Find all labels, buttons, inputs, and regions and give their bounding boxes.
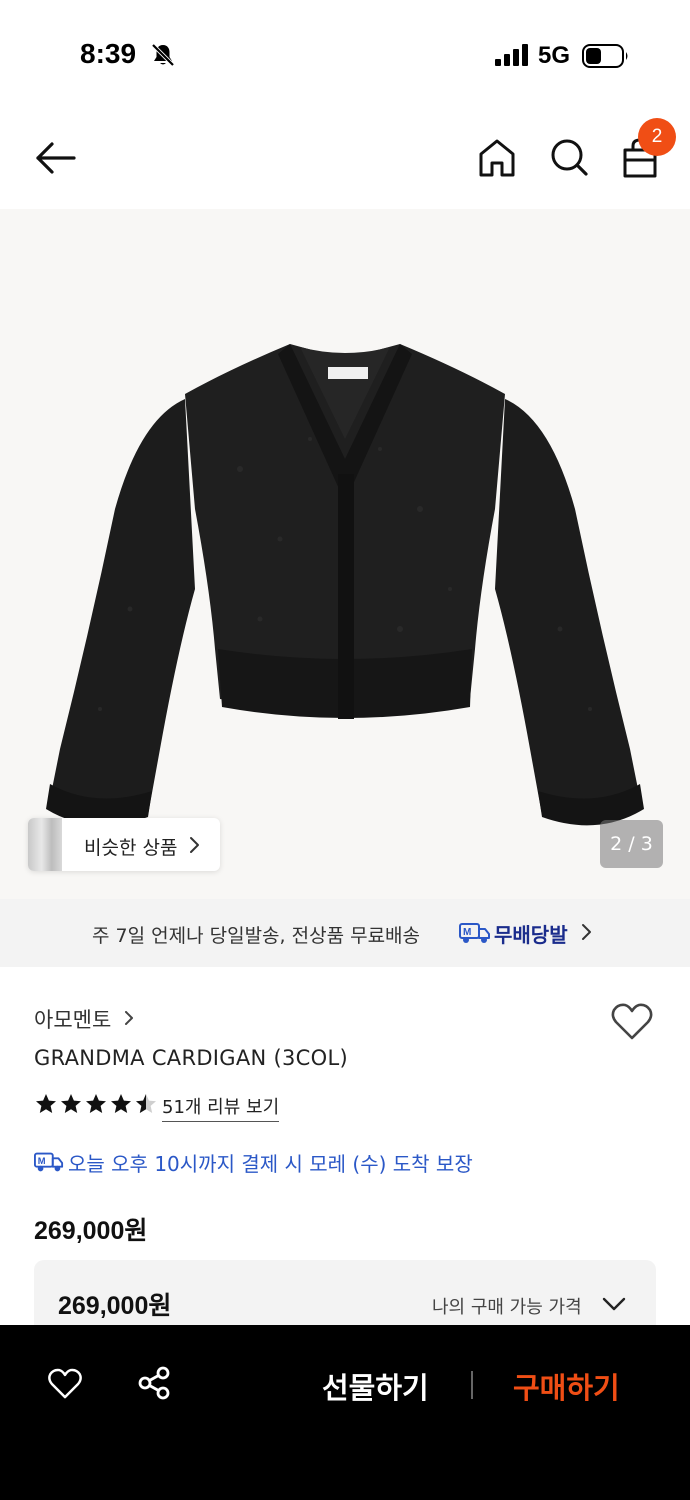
- delivery-truck-icon: M: [34, 1150, 64, 1178]
- signal-bars-icon: [494, 44, 530, 70]
- status-time: 8:39: [80, 38, 137, 69]
- star-icon: [61, 1094, 81, 1113]
- bell-slash-icon: [150, 42, 176, 72]
- share-icon: [138, 1366, 170, 1400]
- brand-link[interactable]: 아모멘토: [34, 1004, 111, 1034]
- home-icon: [479, 139, 515, 177]
- back-button[interactable]: [34, 136, 78, 184]
- my-price-value: 269,000원: [58, 1292, 172, 1320]
- review-link[interactable]: 51개 리뷰 보기: [162, 1093, 280, 1122]
- rating-stars: [34, 1092, 158, 1116]
- delivery-brand: 무배당발: [494, 923, 568, 947]
- half-star-icon: [136, 1094, 156, 1113]
- network-type: 5G: [538, 42, 571, 69]
- image-counter: 2 / 3: [600, 820, 663, 868]
- product-name: GRANDMA CARDIGAN (3COL): [34, 1046, 348, 1070]
- chevron-right-icon: [580, 923, 592, 945]
- arrival-text: 오늘 오후 10시까지 결제 시 모레 (수) 도착 보장: [68, 1152, 473, 1176]
- delivery-banner-text: 주 7일 언제나 당일발송, 전상품 무료배송: [92, 925, 421, 947]
- chevron-right-icon: [188, 836, 200, 858]
- similar-product-thumbnail: [28, 818, 62, 871]
- svg-text:M: M: [463, 927, 471, 938]
- bottom-action-bar: 선물하기 구매하기: [0, 1325, 690, 1500]
- star-icon: [36, 1094, 56, 1113]
- home-button[interactable]: [476, 136, 518, 184]
- delivery-truck-icon: M: [459, 921, 491, 949]
- search-button[interactable]: [548, 136, 590, 184]
- cart-count-badge: 2: [638, 118, 676, 156]
- product-image[interactable]: [0, 209, 690, 899]
- buy-button[interactable]: 구매하기: [513, 1365, 620, 1407]
- star-icon: [111, 1094, 131, 1113]
- product-price: 269,000원: [34, 1217, 148, 1245]
- heart-icon: [611, 1003, 653, 1040]
- heart-icon: [48, 1368, 82, 1399]
- wishlist-button[interactable]: [610, 1002, 654, 1046]
- share-button[interactable]: [136, 1365, 172, 1405]
- top-nav: [0, 118, 690, 202]
- cardigan-image: [46, 344, 644, 826]
- similar-products-button[interactable]: 비슷한 상품: [28, 818, 220, 871]
- arrow-left-icon: [36, 142, 76, 174]
- delivery-banner[interactable]: 주 7일 언제나 당일발송, 전상품 무료배송 M 무배당발: [0, 899, 690, 967]
- svg-text:M: M: [38, 1156, 46, 1166]
- divider: [471, 1371, 473, 1399]
- similar-products-label: 비슷한 상품: [84, 837, 178, 859]
- star-icon: [86, 1094, 106, 1113]
- bottom-wishlist-button[interactable]: [47, 1367, 83, 1405]
- search-icon: [551, 139, 588, 176]
- battery-icon: [582, 44, 630, 72]
- gift-button[interactable]: 선물하기: [322, 1365, 429, 1407]
- my-price-label: 나의 구매 가능 가격: [432, 1297, 582, 1318]
- chevron-right-icon: [124, 1010, 134, 1029]
- status-bar: 8:39 5G: [0, 0, 690, 110]
- chevron-down-icon: [602, 1296, 626, 1316]
